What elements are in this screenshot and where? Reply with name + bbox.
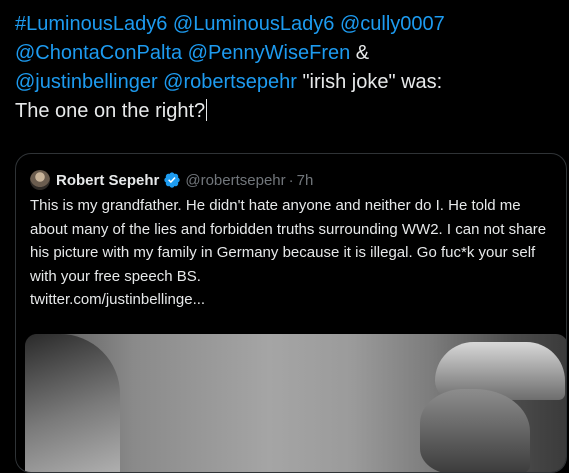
mention-cully0007[interactable]: @cully0007 xyxy=(340,13,445,35)
quoted-tweet-card[interactable]: Robert Sepehr @robertsepehr · 7h This is… xyxy=(15,153,567,473)
separator-dot: · xyxy=(288,171,294,189)
photo-left-figure xyxy=(25,334,120,472)
quoted-tweet-link[interactable]: twitter.com/justinbellinge... xyxy=(30,291,205,308)
mention-pennywisefren[interactable]: @PennyWiseFren xyxy=(188,42,351,64)
author-handle[interactable]: @robertsepehr xyxy=(185,172,285,189)
author-avatar[interactable] xyxy=(30,170,50,190)
ampersand-text: & xyxy=(355,42,370,64)
mention-hashtag-luminouslady6[interactable]: #LuminousLady6 xyxy=(15,13,167,35)
quoted-tweet-photo[interactable] xyxy=(25,334,566,472)
mention-chontaconpalta[interactable]: @ChontaConPalta xyxy=(15,42,182,64)
tweet-timestamp[interactable]: 7h xyxy=(297,172,314,189)
compose-text-area[interactable]: #LuminousLady6 @LuminousLady6 @cully0007… xyxy=(15,10,560,126)
text-cursor xyxy=(206,99,208,121)
quoted-tweet-text: This is my grandfather. He didn't hate a… xyxy=(30,197,547,285)
mention-robertsepehr[interactable]: @robertsepehr xyxy=(163,71,297,93)
quoted-tweet-body: This is my grandfather. He didn't hate a… xyxy=(30,194,555,312)
mention-justinbellinger[interactable]: @justinbellinger xyxy=(15,71,158,93)
photo-right-figure xyxy=(420,389,530,472)
compose-text-question: The one on the right? xyxy=(15,100,206,122)
verified-badge-icon xyxy=(164,172,181,188)
quoted-tweet-header: Robert Sepehr @robertsepehr · 7h xyxy=(30,168,313,192)
compose-text-irish-joke: "irish joke" was: xyxy=(302,71,443,93)
mention-luminouslady6[interactable]: @LuminousLady6 xyxy=(173,13,335,35)
author-name[interactable]: Robert Sepehr xyxy=(56,172,159,189)
